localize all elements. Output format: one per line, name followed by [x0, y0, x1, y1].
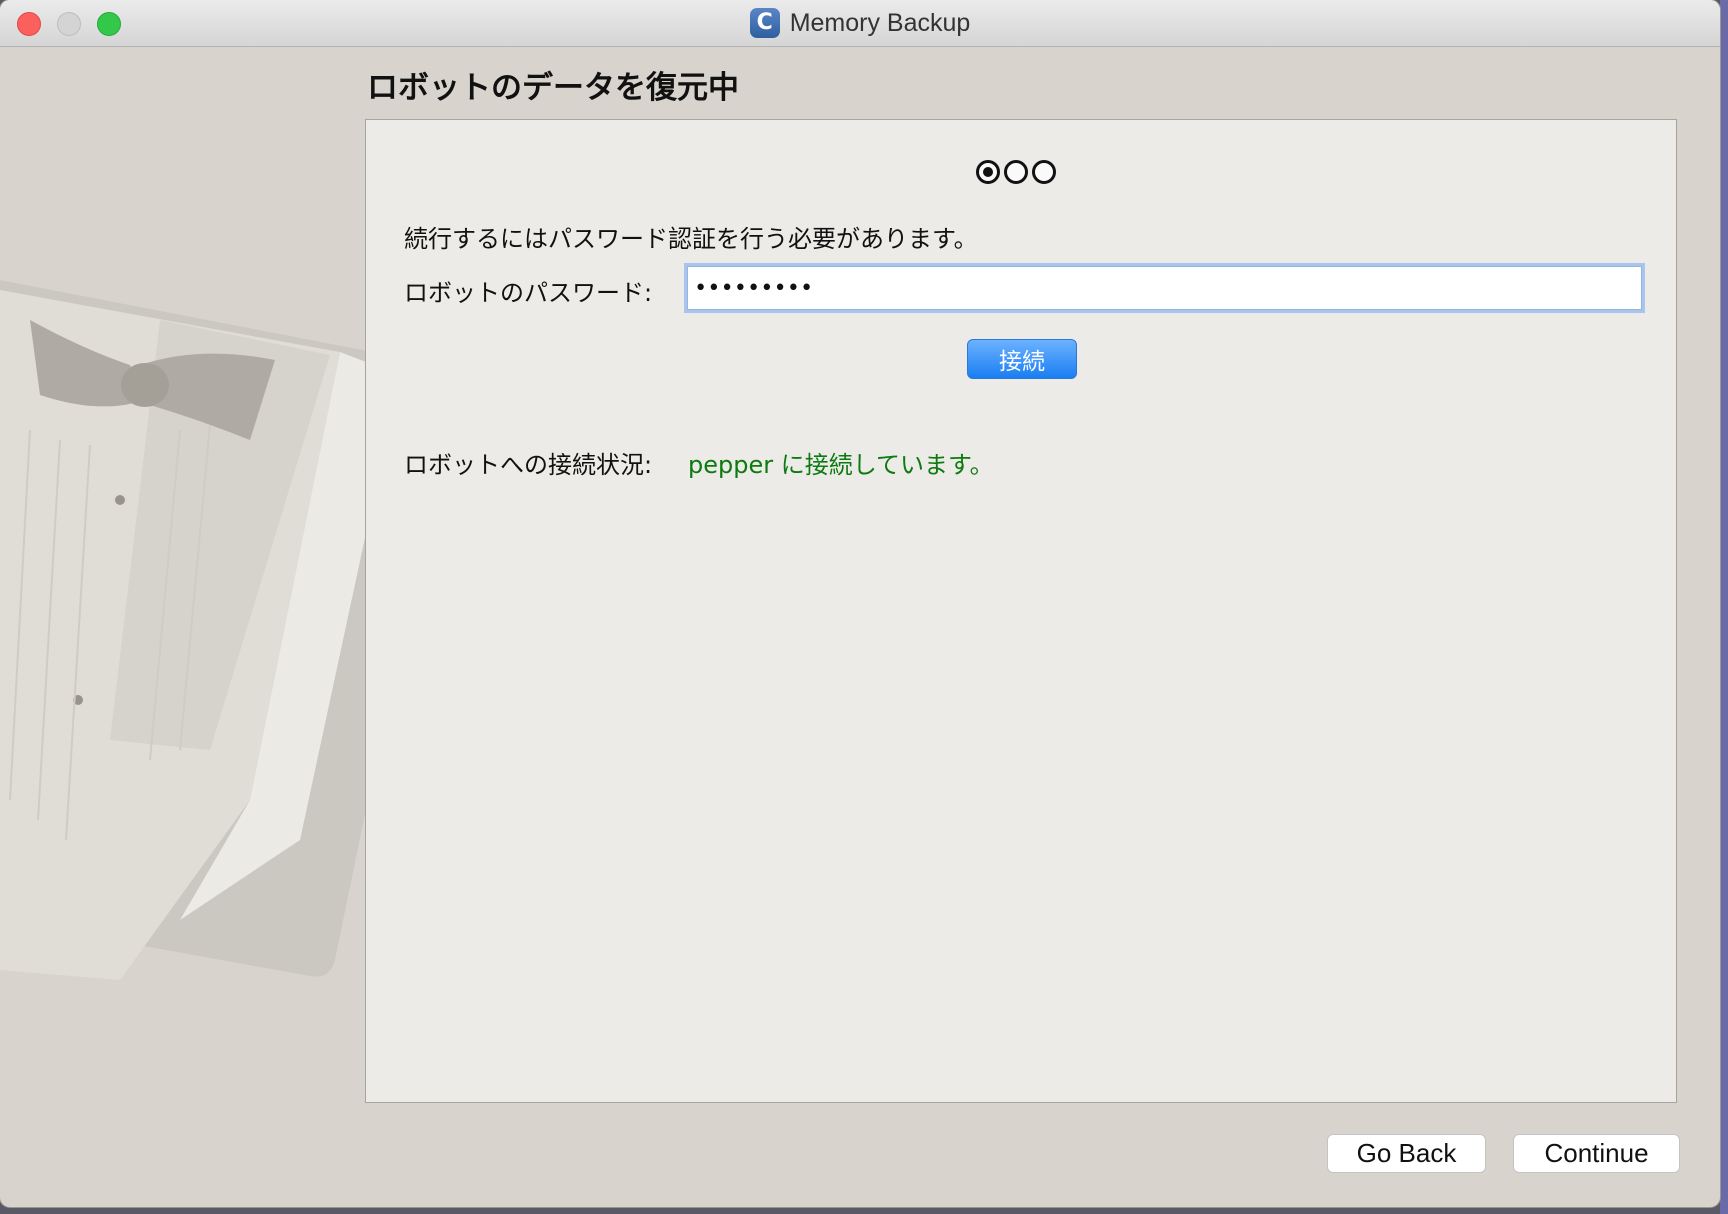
step-dot-1-current — [976, 160, 1000, 184]
connect-button[interactable]: 接続 — [967, 339, 1077, 379]
connection-status-label: ロボットへの接続状況: — [404, 451, 653, 479]
title-group: C Memory Backup — [0, 0, 1720, 46]
password-label: ロボットのパスワード: — [404, 279, 653, 307]
page-heading: ロボットのデータを復元中 — [367, 70, 739, 106]
app-window: C Memory Backup ロボットのデータを復元中 続行するにはパスワード… — [0, 0, 1720, 1207]
password-field[interactable] — [687, 266, 1642, 310]
step-dot-3 — [1032, 160, 1056, 184]
app-icon: C — [749, 8, 780, 38]
title-bar: C Memory Backup — [0, 0, 1720, 47]
content-panel: 続行するにはパスワード認証を行う必要があります。 ロボットのパスワード: 接続 … — [365, 119, 1677, 1103]
desktop-background — [1720, 0, 1728, 1214]
connection-status-text: pepper に接続しています。 — [688, 451, 994, 479]
go-back-button[interactable]: Go Back — [1327, 1134, 1486, 1173]
step-indicator — [976, 160, 1056, 184]
step-dot-2 — [1004, 160, 1028, 184]
window-title: Memory Backup — [789, 8, 971, 37]
continue-button[interactable]: Continue — [1513, 1134, 1680, 1173]
auth-instruction: 続行するにはパスワード認証を行う必要があります。 — [404, 225, 978, 253]
